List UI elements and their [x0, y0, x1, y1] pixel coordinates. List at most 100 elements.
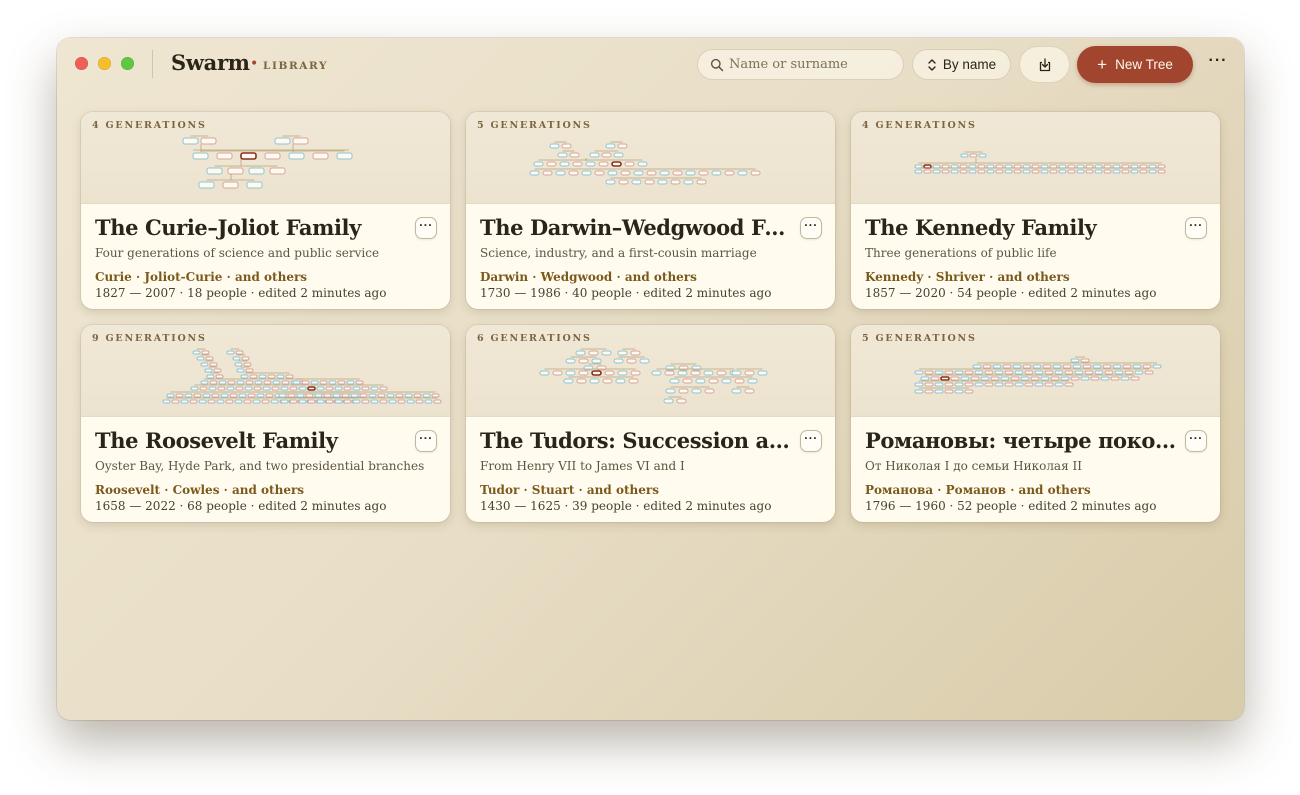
tree-node [1094, 169, 1103, 174]
tree-node [924, 389, 934, 394]
generations-label: 9 GENERATIONS [92, 333, 207, 344]
tree-node [968, 169, 977, 174]
import-icon [1039, 57, 1050, 71]
tree-node [731, 388, 742, 394]
tree-node [678, 388, 689, 394]
tree-node [994, 370, 1004, 375]
close-window-button[interactable] [75, 57, 88, 70]
tree-node [280, 399, 289, 404]
titlebar: Swarm • LIBRARY By name + [57, 38, 1244, 90]
search-input[interactable] [729, 50, 899, 79]
tree-node [298, 386, 307, 391]
sort-button[interactable]: By name [912, 49, 1011, 80]
tree-node [334, 399, 343, 404]
tree-card[interactable]: 4 GENERATIONS The Curie–Joliot Family Fo… [81, 112, 450, 309]
card-menu-button[interactable]: ··· [800, 430, 822, 452]
card-meta: 1658 — 2022 · 68 people · edited 2 minut… [95, 499, 387, 513]
tree-node [248, 167, 265, 175]
tree-node [406, 399, 415, 404]
tree-node [1014, 382, 1024, 387]
tree-node [433, 399, 442, 404]
tree-node [1112, 364, 1122, 369]
tree-node [651, 370, 662, 376]
tree-node [1120, 376, 1130, 381]
tree-node [252, 399, 261, 404]
tree-node [1074, 370, 1084, 375]
import-button[interactable] [1019, 46, 1070, 83]
tree-node [930, 376, 940, 381]
tree-card[interactable]: 4 GENERATIONS The Kennedy Family Three g… [851, 112, 1220, 309]
tree-node [757, 370, 768, 376]
tree-node [601, 152, 612, 158]
more-menu-button[interactable]: ··· [1207, 53, 1229, 74]
tree-node [1114, 370, 1124, 375]
tree-node [316, 399, 325, 404]
tree-node [1064, 382, 1074, 387]
tree-node [262, 386, 271, 391]
sort-chevrons-icon [928, 58, 936, 71]
tree-node [964, 382, 974, 387]
tree-node [1034, 370, 1044, 375]
tree-node [368, 393, 377, 398]
tree-node [620, 170, 631, 176]
tree-node [690, 370, 701, 376]
plus-icon: + [1097, 54, 1108, 74]
sort-label: By name [942, 57, 997, 72]
tree-node [192, 350, 201, 355]
tree-node [361, 386, 370, 391]
tree-node [229, 393, 238, 398]
tree-node [1139, 164, 1148, 169]
tree-node [914, 382, 924, 387]
tree-node [618, 179, 629, 185]
card-surnames: Darwin · Wedgwood · and others [480, 270, 697, 284]
card-menu-button[interactable]: ··· [800, 217, 822, 239]
tree-node [950, 169, 959, 174]
tree-node [954, 370, 964, 375]
tree-node [672, 170, 683, 176]
card-menu-button[interactable]: ··· [415, 430, 437, 452]
tree-node [316, 386, 325, 391]
tree-node [323, 393, 332, 398]
tree-node [568, 170, 579, 176]
tree-node [238, 393, 247, 398]
card-subtitle: Four generations of science and public s… [95, 246, 380, 260]
tree-node [196, 356, 205, 361]
tree-node [617, 370, 628, 376]
tree-node [539, 370, 550, 376]
tree-node [182, 137, 199, 145]
card-menu-button[interactable]: ··· [1185, 217, 1207, 239]
tree-card[interactable]: 9 GENERATIONS The Roosevelt Family Oyste… [81, 325, 450, 522]
tree-node [624, 161, 635, 167]
card-menu-button[interactable]: ··· [415, 217, 437, 239]
tree-node [1064, 370, 1074, 375]
tree-card[interactable]: 6 GENERATIONS The Tudors: Succession and… [466, 325, 835, 522]
tree-node [750, 170, 761, 176]
zoom-window-button[interactable] [121, 57, 134, 70]
minimize-window-button[interactable] [98, 57, 111, 70]
tree-node [1121, 164, 1130, 169]
tree-node [964, 389, 974, 394]
tree-card[interactable]: 5 GENERATIONS The Darwin–Wedgwood Fa... … [466, 112, 835, 309]
tree-node [563, 378, 574, 384]
new-tree-button[interactable]: + New Tree [1077, 46, 1193, 83]
tree-node [1030, 376, 1040, 381]
card-menu-button[interactable]: ··· [1185, 430, 1207, 452]
tree-node [969, 153, 978, 158]
tree-node [964, 370, 974, 375]
generations-label: 6 GENERATIONS [477, 333, 592, 344]
tree-node [670, 179, 681, 185]
tree-node [1004, 382, 1014, 387]
app-window: Swarm • LIBRARY By name + [57, 38, 1244, 720]
tree-node [1084, 370, 1094, 375]
tree-node [243, 362, 252, 367]
tree-node [944, 370, 954, 375]
tree-node [370, 386, 379, 391]
tree-node [572, 161, 583, 167]
tree-node [1070, 376, 1080, 381]
tree-card[interactable]: 5 GENERATIONS Романовы: четыре поколе...… [851, 325, 1220, 522]
tree-node [995, 164, 1004, 169]
tree-node [959, 169, 968, 174]
tree-node [1112, 169, 1121, 174]
tree-node [1122, 364, 1132, 369]
search-field[interactable] [697, 49, 904, 80]
